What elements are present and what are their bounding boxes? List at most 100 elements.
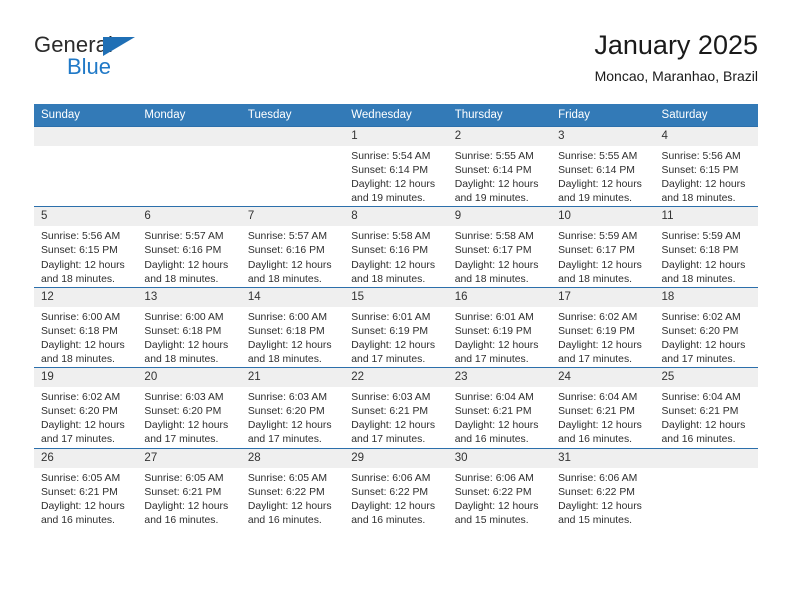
- sunset-text: Sunset: 6:19 PM: [454, 325, 532, 337]
- day-number: 23: [447, 368, 552, 388]
- day-cell[interactable]: 20 Sunrise: 6:03 AM Sunset: 6:20 PM Dayl…: [137, 367, 241, 448]
- weekday-header-wednesday: Wednesday: [344, 104, 448, 127]
- sunset-text: Sunset: 6:20 PM: [247, 406, 325, 418]
- sunrise-text: Sunrise: 5:55 AM: [454, 151, 534, 162]
- sunrise-text: Sunrise: 6:06 AM: [558, 472, 638, 484]
- day-cell[interactable]: 29 Sunrise: 6:06 AM Sunset: 6:22 PM Dayl…: [344, 447, 448, 528]
- general-blue-logo[interactable]: General Blue: [34, 32, 264, 90]
- daylight-text-line1: Daylight: 12 hours: [558, 339, 642, 351]
- page-header: General Blue January 2025 Moncao, Maranh…: [34, 28, 758, 94]
- day-cell[interactable]: 2 Sunrise: 5:55 AM Sunset: 6:14 PM Dayli…: [447, 125, 552, 207]
- day-cell[interactable]: [654, 447, 758, 528]
- day-details: Sunrise: 6:00 AM Sunset: 6:18 PM Dayligh…: [34, 307, 137, 367]
- sunset-text: Sunset: 6:17 PM: [558, 245, 635, 257]
- day-cell[interactable]: 30 Sunrise: 6:06 AM Sunset: 6:22 PM Dayl…: [447, 447, 552, 528]
- daylight-text-line1: Daylight: 12 hours: [351, 259, 436, 271]
- daylight-text-line2: and 17 minutes.: [558, 354, 633, 366]
- day-cell[interactable]: 19 Sunrise: 6:02 AM Sunset: 6:20 PM Dayl…: [34, 367, 138, 448]
- day-cell[interactable]: 1 Sunrise: 5:54 AM Sunset: 6:14 PM Dayli…: [344, 125, 448, 207]
- sunrise-text: Sunrise: 6:01 AM: [351, 311, 431, 323]
- day-details: Sunrise: 6:01 AM Sunset: 6:19 PM Dayligh…: [344, 307, 447, 367]
- day-number: 24: [551, 368, 655, 388]
- day-details: Sunrise: 5:59 AM Sunset: 6:18 PM Dayligh…: [655, 226, 758, 286]
- day-cell[interactable]: 9 Sunrise: 5:58 AM Sunset: 6:17 PM Dayli…: [447, 206, 552, 288]
- sunrise-text: Sunrise: 5:57 AM: [144, 231, 224, 243]
- day-details: Sunrise: 6:02 AM Sunset: 6:20 PM Dayligh…: [655, 307, 758, 367]
- sunset-text: Sunset: 6:20 PM: [661, 325, 739, 337]
- day-cell[interactable]: 5 Sunrise: 5:56 AM Sunset: 6:15 PM Dayli…: [34, 206, 138, 288]
- day-cell[interactable]: 21 Sunrise: 6:03 AM Sunset: 6:20 PM Dayl…: [240, 367, 345, 448]
- daylight-text-line1: Daylight: 12 hours: [661, 339, 746, 351]
- sunrise-text: Sunrise: 6:02 AM: [558, 311, 638, 323]
- day-cell[interactable]: 7 Sunrise: 5:57 AM Sunset: 6:16 PM Dayli…: [240, 206, 345, 288]
- weekday-header-friday: Friday: [551, 104, 655, 127]
- sunrise-text: Sunrise: 5:55 AM: [558, 151, 638, 162]
- day-cell[interactable]: 31 Sunrise: 6:06 AM Sunset: 6:22 PM Dayl…: [551, 447, 655, 528]
- day-cell[interactable]: 22 Sunrise: 6:03 AM Sunset: 6:21 PM Dayl…: [344, 367, 448, 448]
- daylight-text-line1: Daylight: 12 hours: [351, 500, 436, 512]
- daylight-text-line2: and 18 minutes.: [247, 273, 322, 285]
- daylight-text-line2: and 18 minutes.: [41, 354, 115, 366]
- sunrise-text: Sunrise: 6:04 AM: [661, 392, 741, 404]
- day-cell[interactable]: 4 Sunrise: 5:56 AM Sunset: 6:15 PM Dayli…: [654, 125, 758, 207]
- day-cell[interactable]: 8 Sunrise: 5:58 AM Sunset: 6:16 PM Dayli…: [344, 206, 448, 288]
- day-cell[interactable]: 14 Sunrise: 6:00 AM Sunset: 6:18 PM Dayl…: [240, 286, 345, 368]
- weekday-header-saturday: Saturday: [654, 104, 758, 127]
- day-cell[interactable]: 10 Sunrise: 5:59 AM Sunset: 6:17 PM Dayl…: [551, 206, 655, 288]
- day-details: Sunrise: 6:04 AM Sunset: 6:21 PM Dayligh…: [551, 387, 654, 447]
- day-cell[interactable]: 13 Sunrise: 6:00 AM Sunset: 6:18 PM Dayl…: [137, 286, 241, 368]
- day-cell[interactable]: [137, 125, 241, 207]
- calendar-week-row: 1 Sunrise: 5:54 AM Sunset: 6:14 PM Dayli…: [34, 125, 758, 207]
- location-subtitle: Moncao, Maranhao, Brazil: [594, 68, 758, 84]
- daylight-text-line1: Daylight: 12 hours: [247, 259, 332, 271]
- day-cell[interactable]: 18 Sunrise: 6:02 AM Sunset: 6:20 PM Dayl…: [654, 286, 758, 368]
- sunset-text: Sunset: 6:14 PM: [558, 165, 635, 177]
- daylight-text-line2: and 17 minutes.: [351, 434, 426, 446]
- day-cell[interactable]: 12 Sunrise: 6:00 AM Sunset: 6:18 PM Dayl…: [34, 286, 138, 368]
- sunset-text: Sunset: 6:21 PM: [351, 406, 429, 418]
- day-cell[interactable]: 16 Sunrise: 6:01 AM Sunset: 6:19 PM Dayl…: [447, 286, 552, 368]
- day-number: 25: [654, 368, 758, 388]
- sunrise-text: Sunrise: 6:05 AM: [247, 472, 327, 484]
- daylight-text-line2: and 16 minutes.: [558, 434, 633, 446]
- day-number: 4: [654, 127, 758, 146]
- sunset-text: Sunset: 6:22 PM: [247, 486, 325, 498]
- day-number: [240, 127, 345, 146]
- day-details: Sunrise: 6:04 AM Sunset: 6:21 PM Dayligh…: [448, 387, 551, 447]
- day-details: [137, 146, 240, 150]
- day-cell[interactable]: [240, 125, 345, 207]
- day-details: Sunrise: 6:04 AM Sunset: 6:21 PM Dayligh…: [655, 387, 758, 447]
- day-number: 20: [137, 368, 241, 388]
- day-details: Sunrise: 5:55 AM Sunset: 6:14 PM Dayligh…: [448, 146, 551, 206]
- sunrise-text: Sunrise: 6:00 AM: [247, 311, 327, 323]
- day-cell[interactable]: 15 Sunrise: 6:01 AM Sunset: 6:19 PM Dayl…: [344, 286, 448, 368]
- calendar-header-row-group: Sunday Monday Tuesday Wednesday Thursday…: [34, 104, 758, 127]
- daylight-text-line1: Daylight: 12 hours: [41, 500, 125, 512]
- day-number: 15: [344, 287, 448, 307]
- day-number: 5: [34, 207, 138, 227]
- day-cell[interactable]: 3 Sunrise: 5:55 AM Sunset: 6:14 PM Dayli…: [551, 125, 655, 207]
- daylight-text-line2: and 18 minutes.: [247, 354, 322, 366]
- day-cell[interactable]: 27 Sunrise: 6:05 AM Sunset: 6:21 PM Dayl…: [137, 447, 241, 528]
- day-cell[interactable]: 6 Sunrise: 5:57 AM Sunset: 6:16 PM Dayli…: [137, 206, 241, 288]
- daylight-text-line2: and 16 minutes.: [661, 434, 736, 446]
- day-details: Sunrise: 6:06 AM Sunset: 6:22 PM Dayligh…: [344, 468, 447, 528]
- weekday-header-sunday: Sunday: [34, 104, 138, 127]
- day-cell[interactable]: 23 Sunrise: 6:04 AM Sunset: 6:21 PM Dayl…: [447, 367, 552, 448]
- sunset-text: Sunset: 6:16 PM: [247, 245, 325, 257]
- sunrise-text: Sunrise: 5:56 AM: [41, 231, 121, 243]
- day-cell[interactable]: 25 Sunrise: 6:04 AM Sunset: 6:21 PM Dayl…: [654, 367, 758, 448]
- daylight-text-line2: and 18 minutes.: [351, 273, 426, 285]
- day-cell[interactable]: 24 Sunrise: 6:04 AM Sunset: 6:21 PM Dayl…: [551, 367, 655, 448]
- day-cell[interactable]: 28 Sunrise: 6:05 AM Sunset: 6:22 PM Dayl…: [240, 447, 345, 528]
- day-details: Sunrise: 5:59 AM Sunset: 6:17 PM Dayligh…: [551, 226, 654, 286]
- day-cell[interactable]: 17 Sunrise: 6:02 AM Sunset: 6:19 PM Dayl…: [551, 286, 655, 368]
- day-number: 29: [344, 448, 448, 468]
- day-cell[interactable]: 26 Sunrise: 6:05 AM Sunset: 6:21 PM Dayl…: [34, 447, 138, 528]
- day-details: [34, 146, 137, 150]
- day-number: 2: [447, 127, 552, 146]
- daylight-text-line1: Daylight: 12 hours: [454, 500, 539, 512]
- day-cell[interactable]: [34, 125, 138, 207]
- sunset-text: Sunset: 6:18 PM: [144, 325, 222, 337]
- day-cell[interactable]: 11 Sunrise: 5:59 AM Sunset: 6:18 PM Dayl…: [654, 206, 758, 288]
